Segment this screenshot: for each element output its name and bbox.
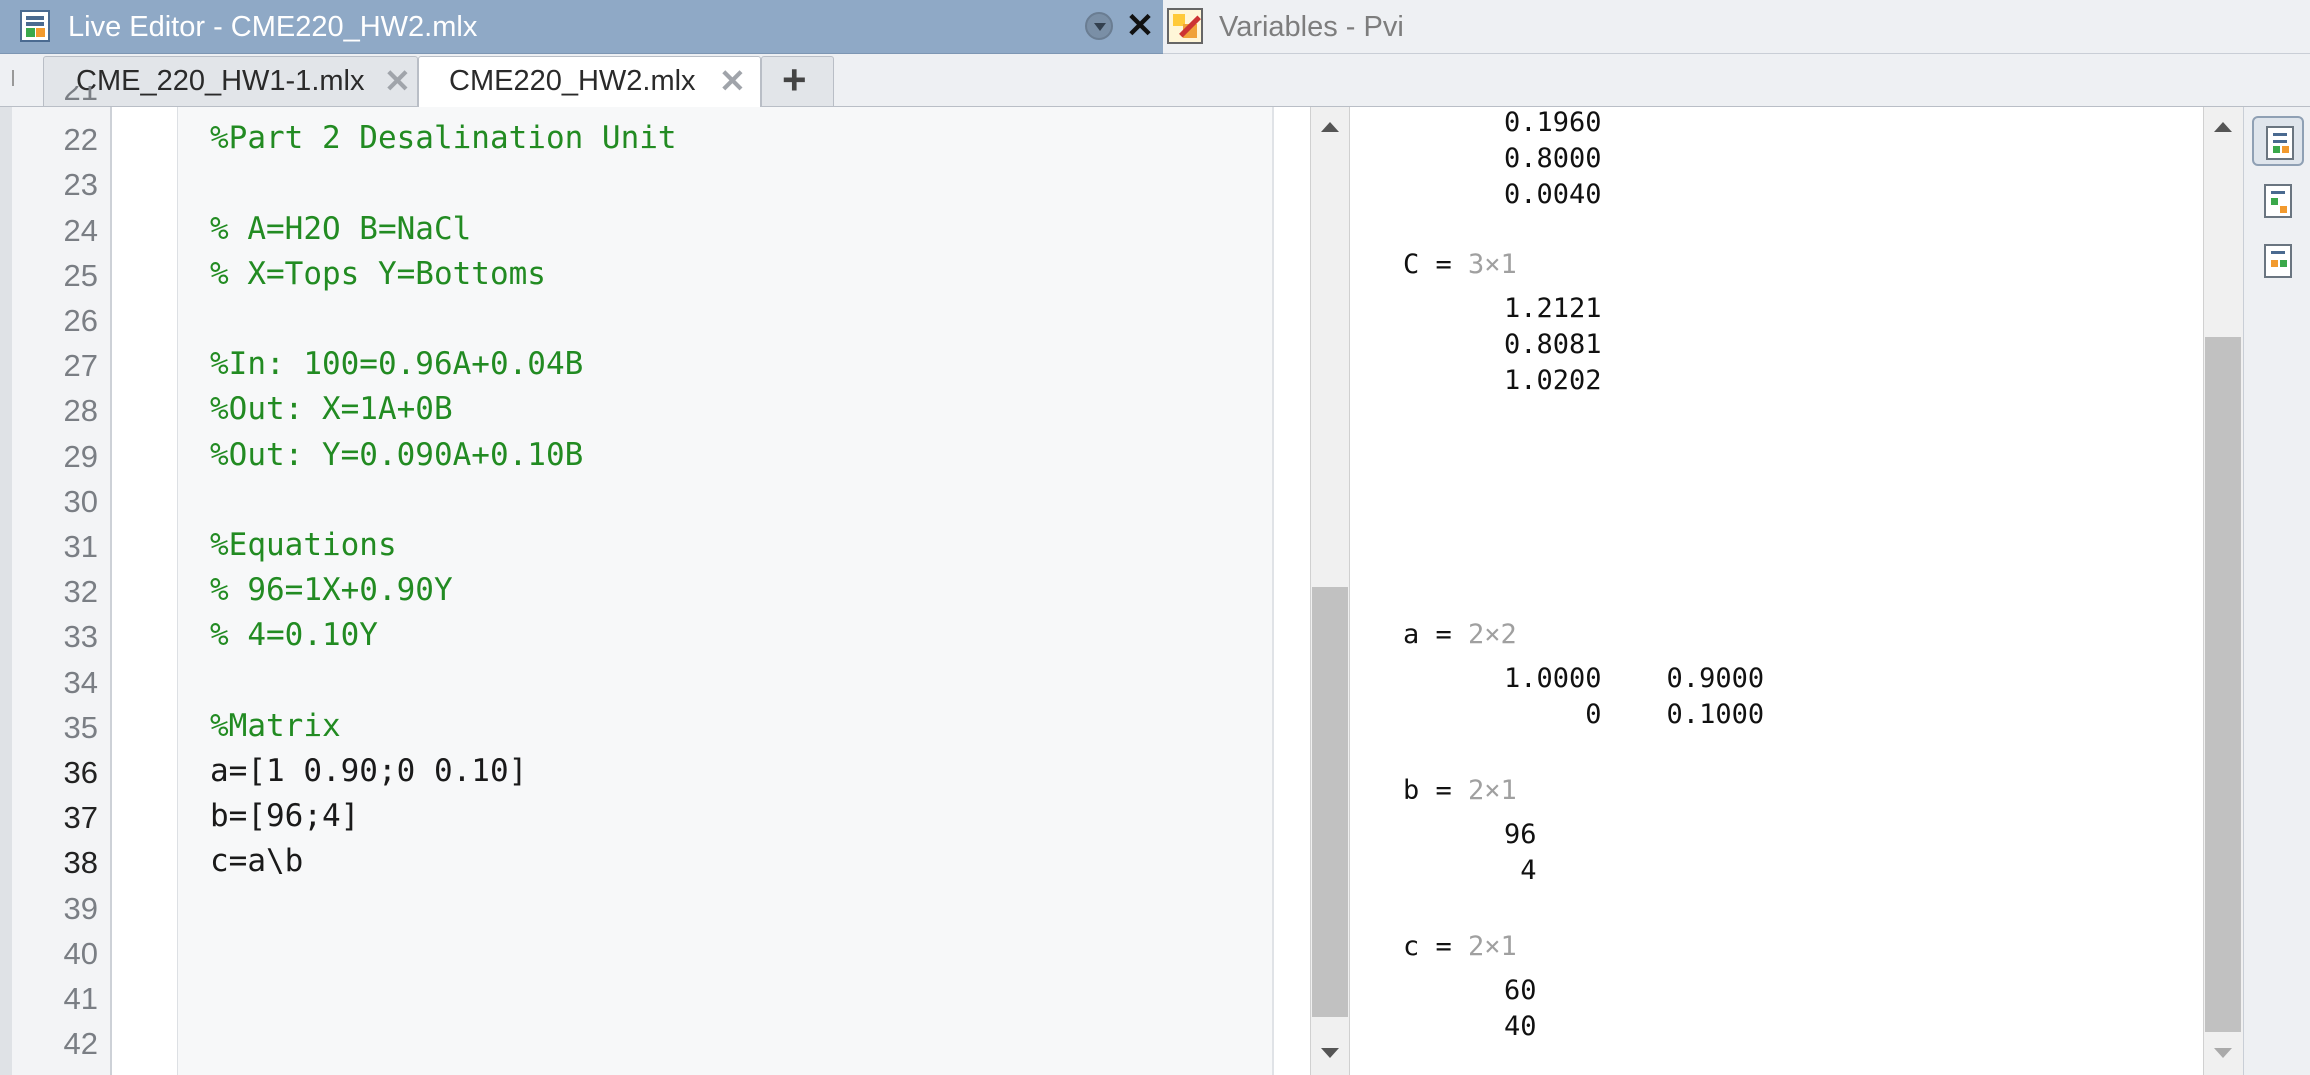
output-right-icon[interactable] [2252,176,2304,226]
dropdown-menu-icon[interactable] [1085,12,1113,40]
tab-scroll-edge [12,70,14,86]
output-var-c: c = 2×1 [1403,931,1517,962]
line-number: 36 [63,755,98,790]
variables-icon [1167,8,1203,44]
code-line[interactable]: %Out: X=1A+0B [210,391,453,427]
code-line[interactable]: %Out: Y=0.090A+0.10B [210,437,583,473]
variables-titlebar[interactable]: Variables - Pvi [1163,0,2310,54]
output-pane: 0.1960 0.8000 0.0040 C = 3×1 1.2121 0.80… [1351,107,2203,1075]
line-number: 27 [63,348,98,384]
live-editor-titlebar: Live Editor - CME220_HW2.mlx [0,0,1163,54]
code-line[interactable]: % 4=0.10Y [210,617,378,653]
plus-icon: + [782,56,807,103]
output-value: 1.2121 [1504,293,1602,324]
output-value: 1.0000 0.9000 [1504,663,1765,694]
tab-close-icon[interactable]: ✕ [719,62,746,100]
variables-title: Variables - Pvi [1219,11,1404,43]
line-number: 26 [63,303,98,338]
code-line[interactable]: %Part 2 Desalination Unit [210,120,677,156]
gutter-divider [110,107,112,1075]
output-scrollbar-thumb[interactable] [2205,337,2241,1032]
output-value: 0.0040 [1504,179,1602,210]
line-number: 24 [63,212,98,248]
scroll-up-arrow-icon[interactable] [2214,122,2232,132]
output-var-b: b = 2×1 [1403,775,1517,806]
code-line[interactable]: b=[96;4] [210,798,359,834]
code-line[interactable]: %Matrix [210,708,341,744]
output-value: 0.1960 [1504,107,1602,138]
window-title: Live Editor - CME220_HW2.mlx [68,11,478,43]
scroll-down-arrow-icon[interactable] [2214,1048,2232,1058]
line-number: 38 [63,845,98,881]
output-value: 0.8000 [1504,143,1602,174]
output-value: 1.0202 [1504,365,1602,396]
line-number: 31 [63,529,98,564]
code-line[interactable]: %In: 100=0.96A+0.04B [210,346,583,382]
line-number: 30 [63,483,98,519]
close-icon[interactable]: ✕ [1122,4,1158,48]
tab-label: CME_220_HW1-1.mlx [76,65,365,97]
line-number: 25 [63,257,98,293]
line-number: 21 [63,86,98,106]
line-number: 29 [63,438,98,474]
output-value: 0 0.1000 [1504,699,1765,730]
line-number: 39 [63,890,98,926]
code-line[interactable]: c=a\b [210,843,303,879]
live-editor-icon [20,10,50,42]
editor-scrollbar-thumb[interactable] [1312,587,1348,1017]
line-number: 35 [63,709,98,745]
tab-bar: CME_220_HW1-1.mlx ✕ CME220_HW2.mlx ✕ + [0,54,2310,107]
line-number: 23 [63,167,98,203]
code-line[interactable]: %Equations [210,527,397,563]
line-number: 40 [63,935,98,971]
line-number: 41 [63,981,98,1016]
editor-edge [0,107,12,1075]
line-number: 32 [63,574,98,610]
output-var-a: a = 2×2 [1403,619,1517,650]
output-value: 4 [1504,855,1537,886]
add-tab-button[interactable]: + [761,56,834,106]
tab-cme-220-hw1[interactable]: CME_220_HW1-1.mlx ✕ [43,56,418,106]
line-number: 28 [63,393,98,429]
scroll-down-arrow-icon[interactable] [1321,1048,1339,1058]
output-inline-icon[interactable] [2252,116,2304,166]
tab-close-icon[interactable]: ✕ [384,62,411,100]
tab-cme220-hw2[interactable]: CME220_HW2.mlx ✕ [418,56,761,107]
output-value: 96 [1504,819,1537,850]
tab-label: CME220_HW2.mlx [449,65,696,97]
code-line[interactable]: % A=H2O B=NaCl [210,211,471,247]
output-value: 40 [1504,1011,1537,1042]
scroll-up-arrow-icon[interactable] [1321,122,1339,132]
line-number: 42 [63,1026,98,1062]
code-line[interactable]: a=[1 0.90;0 0.10] [210,753,527,789]
line-number: 37 [63,800,98,836]
line-number: 34 [63,664,98,700]
output-value: 0.8081 [1504,329,1602,360]
output-var-C: C = 3×1 [1403,249,1517,280]
code-line[interactable]: % 96=1X+0.90Y [210,572,453,608]
hide-code-icon[interactable] [2252,236,2304,286]
code-line[interactable]: % X=Tops Y=Bottoms [210,256,546,292]
output-value: 60 [1504,975,1537,1006]
line-number: 33 [63,619,98,655]
line-number: 22 [63,122,98,158]
